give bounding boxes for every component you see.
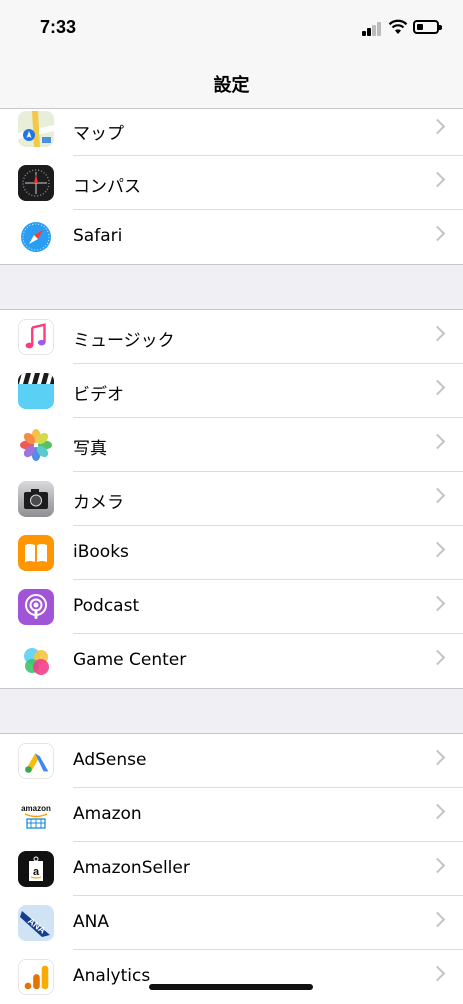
- wifi-icon: [388, 19, 408, 34]
- row-label: Safari: [73, 226, 123, 246]
- settings-row-maps[interactable]: マップ: [0, 109, 463, 156]
- safari-icon: [18, 219, 54, 255]
- section-separator: [0, 264, 463, 310]
- chevron-right-icon: [429, 595, 446, 612]
- battery-icon: [413, 20, 442, 34]
- svg-text:a: a: [33, 866, 40, 878]
- settings-row-photos[interactable]: 写真: [0, 418, 463, 472]
- settings-row-amazon-seller[interactable]: a AmazonSeller: [0, 842, 463, 896]
- section-separator: [0, 688, 463, 734]
- row-label: AdSense: [73, 750, 147, 770]
- chevron-right-icon: [429, 487, 446, 504]
- chevron-right-icon: [429, 171, 446, 188]
- settings-row-adsense[interactable]: AdSense: [0, 734, 463, 788]
- settings-row-music[interactable]: ミュージック: [0, 310, 463, 364]
- amazon-seller-icon: a: [18, 851, 54, 887]
- row-label: Podcast: [73, 596, 140, 616]
- row-label: ビデオ: [73, 385, 124, 405]
- row-label: Analytics: [73, 966, 151, 986]
- row-label: 写真: [73, 439, 107, 459]
- chevron-right-icon: [429, 325, 446, 342]
- chevron-right-icon: [429, 225, 446, 242]
- chevron-right-icon: [429, 857, 446, 874]
- game-center-icon: [18, 643, 54, 679]
- settings-row-amazon[interactable]: amazon Amazon: [0, 788, 463, 842]
- settings-group: ミュージック ビデオ 写真 カメラ iBooks Podcast Game Ce…: [0, 310, 463, 688]
- settings-list: マップ コンパス Safari ミュージック ビデオ 写真 カメラ iBooks…: [0, 109, 463, 1004]
- row-label: マップ: [73, 124, 124, 144]
- chevron-right-icon: [429, 965, 446, 982]
- row-label: コンパス: [73, 177, 141, 197]
- settings-row-ibooks[interactable]: iBooks: [0, 526, 463, 580]
- amazon-icon: amazon: [18, 797, 54, 833]
- settings-row-safari[interactable]: Safari: [0, 210, 463, 264]
- podcast-icon: [18, 589, 54, 625]
- chevron-right-icon: [429, 911, 446, 928]
- row-label: Amazon: [73, 804, 142, 824]
- settings-row-game-center[interactable]: Game Center: [0, 634, 463, 688]
- chevron-right-icon: [429, 433, 446, 450]
- maps-icon: [18, 111, 54, 147]
- adsense-icon: [18, 743, 54, 779]
- signal-icon: [362, 22, 384, 36]
- status-bar: 7:33: [0, 0, 463, 56]
- nav-bar: 設定: [0, 56, 463, 109]
- settings-group: AdSense amazon Amazon a AmazonSeller ANA…: [0, 734, 463, 1004]
- analytics-icon: [18, 959, 54, 995]
- ibooks-icon: [18, 535, 54, 571]
- status-time: 7:33: [40, 17, 77, 37]
- settings-row-video[interactable]: ビデオ: [0, 364, 463, 418]
- row-label: AmazonSeller: [73, 858, 190, 878]
- settings-row-analytics[interactable]: Analytics: [0, 950, 463, 1004]
- chevron-right-icon: [429, 649, 446, 666]
- chevron-right-icon: [429, 749, 446, 766]
- chevron-right-icon: [429, 541, 446, 558]
- music-icon: [18, 319, 54, 355]
- row-label: ミュージック: [73, 331, 175, 351]
- row-label: iBooks: [73, 542, 129, 562]
- chevron-right-icon: [429, 803, 446, 820]
- settings-row-podcast[interactable]: Podcast: [0, 580, 463, 634]
- compass-icon: [18, 165, 54, 201]
- settings-group: マップ コンパス Safari: [0, 109, 463, 264]
- row-label: カメラ: [73, 493, 124, 513]
- row-label: Game Center: [73, 650, 187, 670]
- settings-row-ana[interactable]: ANA ANA: [0, 896, 463, 950]
- settings-row-compass[interactable]: コンパス: [0, 156, 463, 210]
- ana-icon: ANA: [18, 905, 54, 941]
- amazon-wordmark: amazon: [21, 804, 51, 813]
- photos-icon: [18, 427, 54, 463]
- camera-icon: [18, 481, 54, 517]
- chevron-right-icon: [429, 379, 446, 396]
- chevron-right-icon: [429, 118, 446, 135]
- page-title: 設定: [213, 75, 250, 96]
- home-indicator[interactable]: [149, 984, 313, 990]
- video-icon: [18, 373, 54, 409]
- row-label: ANA: [73, 912, 109, 932]
- settings-row-camera[interactable]: カメラ: [0, 472, 463, 526]
